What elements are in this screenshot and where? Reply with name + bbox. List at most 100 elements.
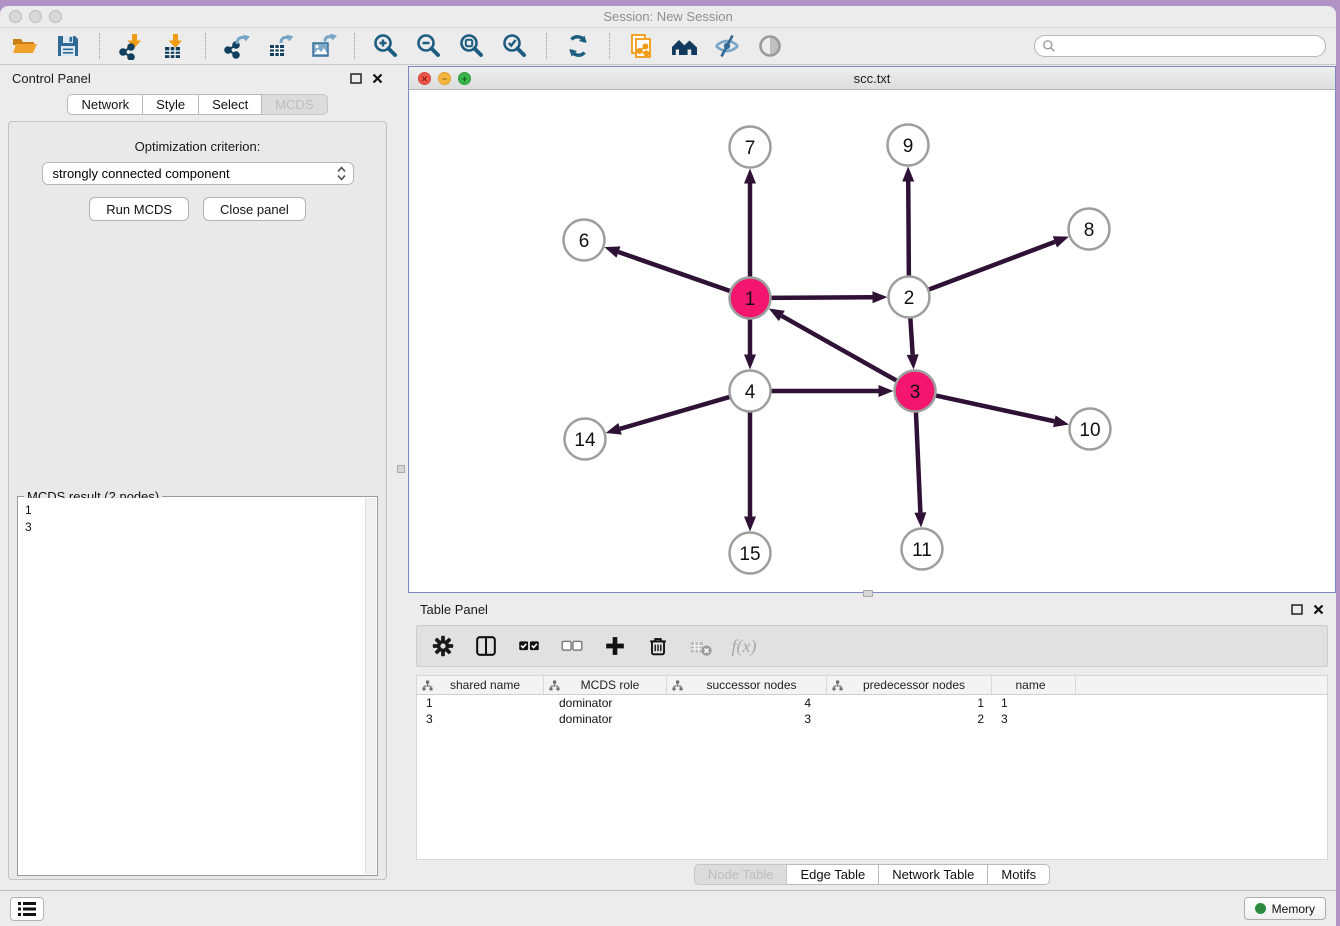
zoom-out-button[interactable] — [414, 31, 444, 61]
column-header-successor-nodes[interactable]: successor nodes — [667, 676, 827, 694]
graph-node-4[interactable]: 4 — [730, 371, 771, 412]
graph-node-3[interactable]: 3 — [895, 371, 936, 412]
table-cell[interactable]: dominator — [544, 711, 667, 727]
search-input[interactable] — [1034, 35, 1326, 57]
tab-node-table[interactable]: Node Table — [694, 864, 788, 885]
run-mcds-button[interactable]: Run MCDS — [89, 197, 189, 221]
column-header-shared-name[interactable]: shared name — [417, 676, 544, 694]
splitter-grip[interactable] — [863, 590, 873, 597]
graph-edge-2-9[interactable] — [902, 166, 914, 278]
column-header-predecessor-nodes[interactable]: predecessor nodes — [827, 676, 992, 694]
first-neighbors-button[interactable] — [669, 31, 699, 61]
node-label: 1 — [745, 289, 756, 310]
tab-mcds[interactable]: MCDS — [262, 94, 327, 115]
graph-node-15[interactable]: 15 — [730, 533, 771, 574]
add-column-button[interactable] — [601, 632, 629, 660]
import-table-button[interactable] — [159, 31, 189, 61]
tab-edge-table[interactable]: Edge Table — [787, 864, 879, 885]
table-cell[interactable]: dominator — [544, 695, 667, 711]
graph-edge-1-7[interactable] — [744, 169, 756, 280]
task-history-button[interactable] — [10, 897, 44, 921]
table-cell[interactable]: 3 — [667, 711, 827, 727]
vertical-splitter[interactable] — [395, 65, 408, 890]
table-cell[interactable]: 3 — [417, 711, 544, 727]
graph-edge-1-4[interactable] — [744, 317, 756, 370]
close-window-button[interactable] — [9, 10, 22, 23]
network-maximize-button[interactable]: + — [458, 72, 471, 85]
zoom-fit-button[interactable] — [457, 31, 487, 61]
apply-layout-button[interactable] — [563, 31, 593, 61]
optimization-criterion-select[interactable]: strongly connected component — [42, 162, 354, 185]
graph-node-2[interactable]: 2 — [889, 277, 930, 318]
graph-edge-3-10[interactable] — [933, 395, 1069, 427]
table-row[interactable]: 3dominator323 — [417, 711, 1327, 727]
graph-node-6[interactable]: 6 — [564, 220, 605, 261]
node-table[interactable]: shared nameMCDS rolesuccessor nodesprede… — [416, 675, 1328, 860]
graph-node-9[interactable]: 9 — [888, 125, 929, 166]
column-layout-button[interactable] — [472, 632, 500, 660]
graph-edge-3-1[interactable] — [769, 309, 899, 382]
network-close-button[interactable]: ✕ — [418, 72, 431, 85]
close-panel-icon[interactable] — [1313, 604, 1324, 615]
graph-edge-4-15[interactable] — [744, 410, 756, 532]
tab-network[interactable]: Network — [67, 94, 143, 115]
table-cell[interactable]: 3 — [992, 711, 1076, 727]
tab-network-table[interactable]: Network Table — [879, 864, 988, 885]
node-label: 9 — [903, 136, 914, 157]
select-all-columns-button[interactable] — [515, 632, 543, 660]
zoom-in-button[interactable] — [371, 31, 401, 61]
graph-node-8[interactable]: 8 — [1069, 209, 1110, 250]
graph-edge-2-3[interactable] — [907, 315, 919, 369]
graph-node-11[interactable]: 11 — [902, 529, 943, 570]
delete-table-button[interactable] — [687, 632, 715, 660]
tab-select[interactable]: Select — [199, 94, 262, 115]
graph-node-7[interactable]: 7 — [730, 127, 771, 168]
mcds-result-scrollbar[interactable] — [365, 498, 376, 874]
tab-style[interactable]: Style — [143, 94, 199, 115]
deselect-all-columns-button[interactable] — [558, 632, 586, 660]
export-image-button[interactable] — [308, 31, 338, 61]
function-builder-button[interactable]: f(x) — [730, 632, 758, 660]
zoom-window-button[interactable] — [49, 10, 62, 23]
export-table-button[interactable] — [265, 31, 295, 61]
graph-edge-1-6[interactable] — [604, 246, 732, 292]
zoom-selected-button[interactable] — [500, 31, 530, 61]
hide-selected-button[interactable] — [712, 31, 742, 61]
splitter-grip[interactable] — [397, 465, 405, 473]
table-cell[interactable]: 1 — [827, 695, 992, 711]
network-canvas[interactable]: 7 9 6 8 1 2 4 3 14 10 15 11 — [409, 90, 1335, 592]
graph-node-10[interactable]: 10 — [1070, 409, 1111, 450]
memory-button[interactable]: Memory — [1244, 897, 1326, 920]
graph-edge-3-11[interactable] — [914, 409, 926, 527]
horizontal-splitter[interactable] — [408, 593, 1336, 596]
new-network-from-selection-button[interactable] — [626, 31, 656, 61]
graph-edge-2-8[interactable] — [926, 236, 1069, 290]
graph-node-1[interactable]: 1 — [730, 278, 771, 319]
show-all-button[interactable] — [755, 31, 785, 61]
graph-node-14[interactable]: 14 — [565, 419, 606, 460]
table-row[interactable]: 1dominator411 — [417, 695, 1327, 711]
float-panel-icon[interactable] — [1291, 604, 1303, 615]
save-session-button[interactable] — [53, 31, 83, 61]
table-cell[interactable]: 1 — [992, 695, 1076, 711]
table-cell[interactable]: 1 — [417, 695, 544, 711]
close-panel-button[interactable]: Close panel — [203, 197, 306, 221]
graph-edge-4-3[interactable] — [769, 385, 894, 397]
graph-edge-1-2[interactable] — [768, 291, 887, 303]
minimize-window-button[interactable] — [29, 10, 42, 23]
export-network-button[interactable] — [222, 31, 252, 61]
open-session-button[interactable] — [10, 31, 40, 61]
search-container — [1034, 35, 1326, 57]
float-panel-icon[interactable] — [350, 73, 362, 84]
import-network-button[interactable] — [116, 31, 146, 61]
column-header-name[interactable]: name — [992, 676, 1076, 694]
tab-motifs[interactable]: Motifs — [988, 864, 1050, 885]
column-header-MCDS-role[interactable]: MCDS role — [544, 676, 667, 694]
table-cell[interactable]: 4 — [667, 695, 827, 711]
delete-column-button[interactable] — [644, 632, 672, 660]
network-minimize-button[interactable]: − — [438, 72, 451, 85]
close-panel-icon[interactable] — [372, 73, 383, 84]
table-settings-button[interactable] — [429, 632, 457, 660]
graph-edge-4-14[interactable] — [606, 396, 733, 434]
table-cell[interactable]: 2 — [827, 711, 992, 727]
